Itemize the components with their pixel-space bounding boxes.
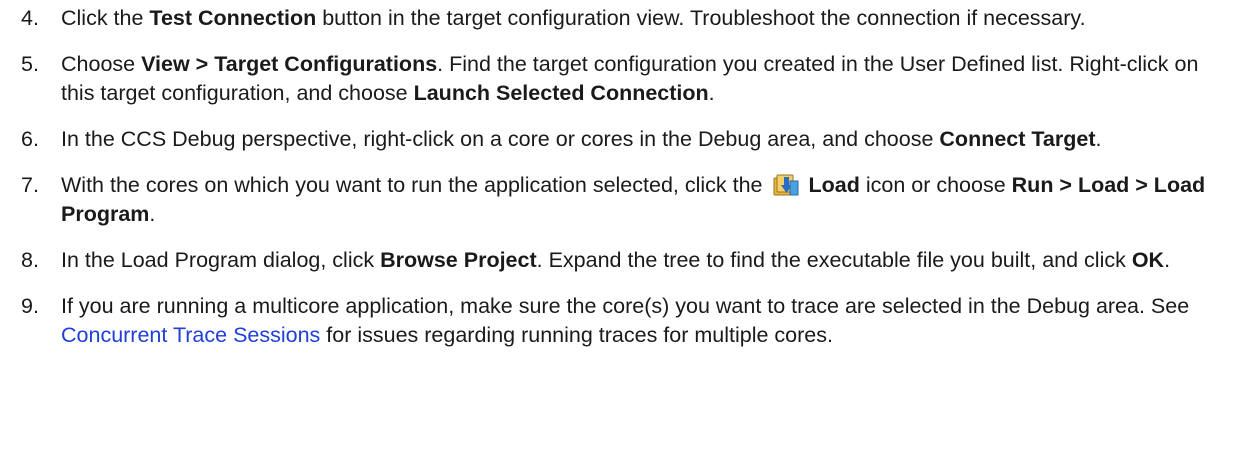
step-5: 5. Choose View > Target Configurations. …: [20, 50, 1230, 108]
step-number: 6.: [21, 127, 39, 151]
step-9: 9. If you are running a multicore applic…: [20, 292, 1230, 350]
ui-term-connect-target: Connect Target: [939, 127, 1096, 151]
ui-term-browse-project: Browse Project: [380, 248, 537, 272]
step-text: Choose View > Target Configurations. Fin…: [61, 52, 1199, 105]
step-number: 5.: [21, 52, 39, 76]
step-number: 8.: [21, 248, 39, 272]
step-7: 7. With the cores on which you want to r…: [20, 171, 1230, 229]
ui-term-view-target-configurations: View > Target Configurations: [141, 52, 438, 76]
step-text: In the Load Program dialog, click Browse…: [61, 248, 1171, 272]
step-number: 4.: [21, 6, 39, 30]
step-8: 8. In the Load Program dialog, click Bro…: [20, 246, 1230, 275]
ui-term-test-connection: Test Connection: [149, 6, 317, 30]
step-4: 4. Click the Test Connection button in t…: [20, 4, 1230, 33]
step-text: In the CCS Debug perspective, right-clic…: [61, 127, 1102, 151]
step-text: With the cores on which you want to run …: [61, 173, 1206, 226]
ui-term-ok: OK: [1131, 248, 1165, 272]
step-6: 6. In the CCS Debug perspective, right-c…: [20, 125, 1230, 154]
step-text: If you are running a multicore applicati…: [61, 294, 1190, 347]
ui-term-load: Load: [808, 173, 860, 197]
step-number: 9.: [21, 294, 39, 318]
concurrent-trace-sessions-link[interactable]: Concurrent Trace Sessions: [61, 323, 320, 347]
step-number: 7.: [21, 173, 39, 197]
load-icon: [773, 173, 799, 197]
step-text: Click the Test Connection button in the …: [61, 6, 1086, 30]
instruction-steps: 4. Click the Test Connection button in t…: [20, 4, 1230, 367]
ui-term-launch-selected-connection: Launch Selected Connection: [413, 81, 709, 105]
